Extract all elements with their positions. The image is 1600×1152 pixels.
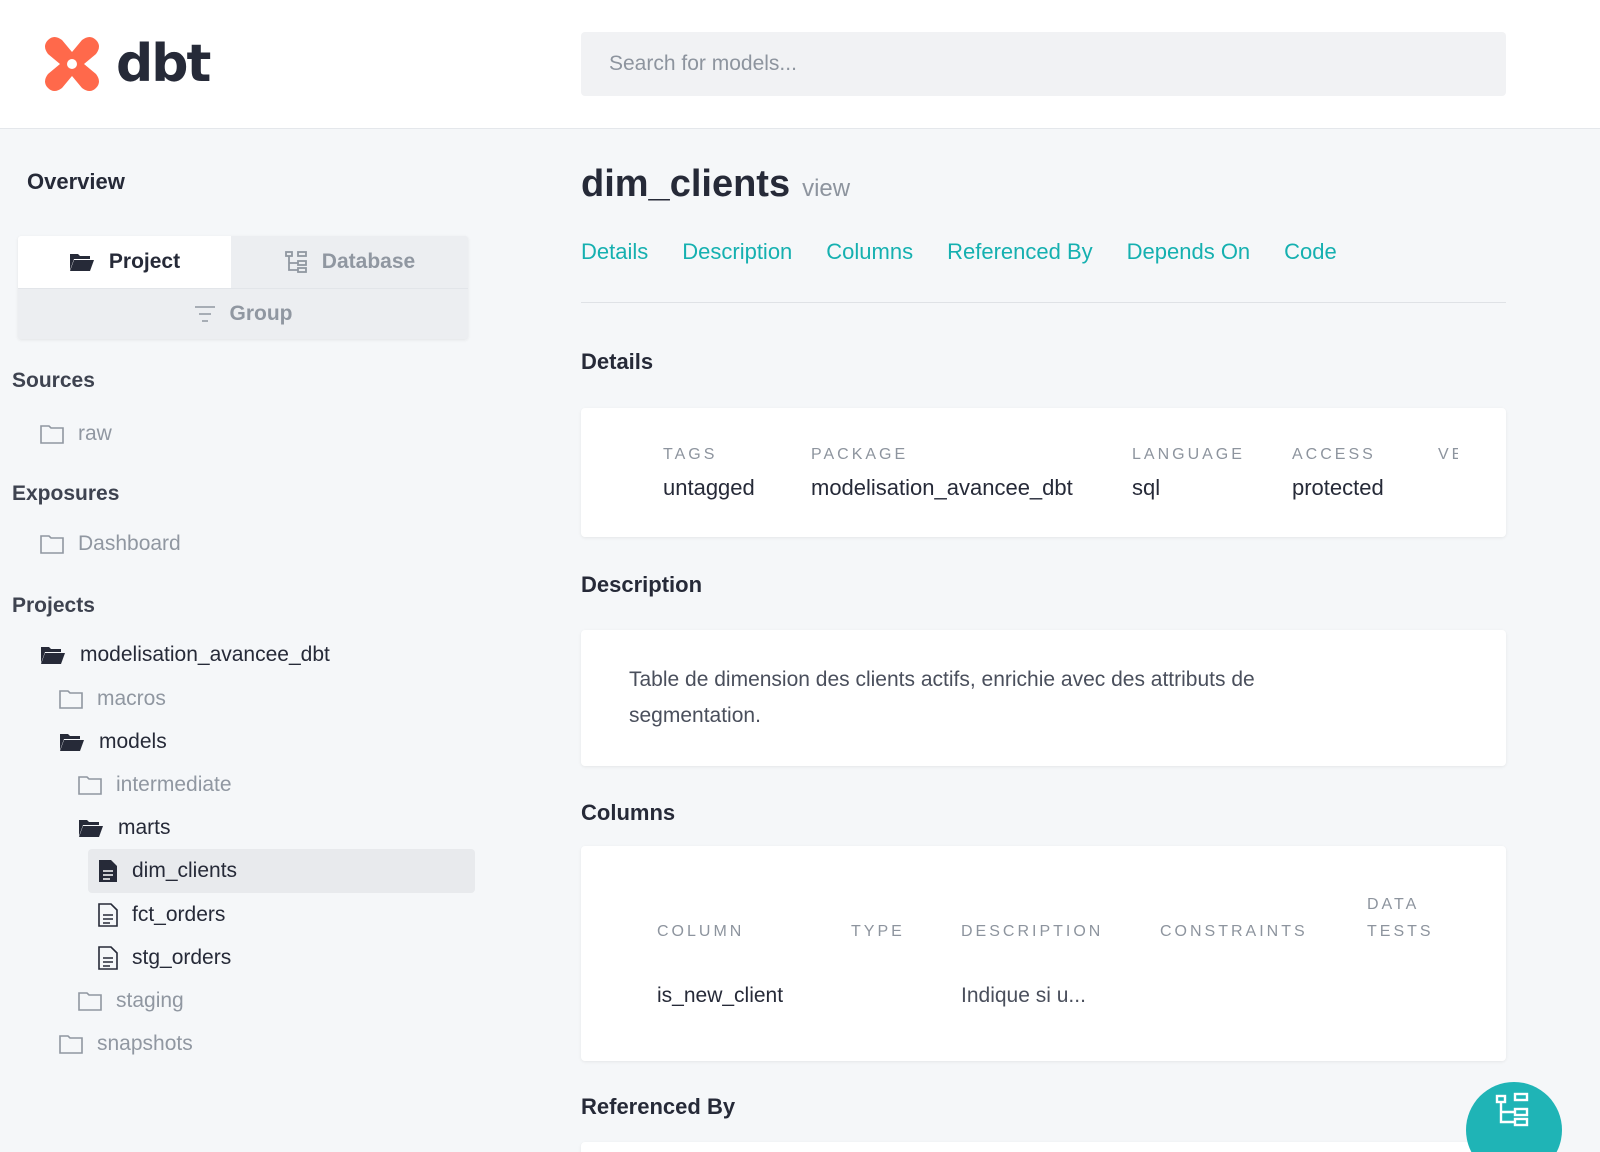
tab-group-label: Group <box>229 302 293 325</box>
tree-item-fct-orders[interactable]: fct_orders <box>98 893 225 937</box>
exposures-heading: Exposures <box>12 482 120 505</box>
tree-item-label: marts <box>118 816 171 839</box>
tree-item-staging[interactable]: staging <box>78 979 184 1023</box>
sidebar: Overview Project Database Group Sources … <box>0 129 490 1152</box>
nav-details[interactable]: Details <box>581 239 648 302</box>
column-header-data-tests-line1: DATA <box>1367 896 1420 913</box>
folder-icon <box>78 992 102 1011</box>
nav-description[interactable]: Description <box>682 239 792 302</box>
package-value: modelisation_avancee_dbt <box>811 475 1073 500</box>
details-heading: Details <box>581 349 654 374</box>
referenced-by-card <box>581 1142 1506 1152</box>
referenced-by-heading: Referenced By <box>581 1094 736 1119</box>
tab-project-label: Project <box>108 250 181 273</box>
package-label: PACKAGE <box>811 446 909 463</box>
folder-open-icon <box>79 820 103 837</box>
access-label: ACCESS <box>1292 446 1376 463</box>
sources-heading: Sources <box>12 369 95 392</box>
tab-project[interactable]: Project <box>18 236 231 288</box>
top-header: dbt <box>0 0 1600 129</box>
tab-database-label: Database <box>321 250 416 273</box>
tree-item-project-root[interactable]: modelisation_avancee_dbt <box>40 633 330 677</box>
folder-icon <box>59 1035 83 1054</box>
folder-open-icon <box>60 734 84 751</box>
tree-item-intermediate[interactable]: intermediate <box>78 763 232 807</box>
tree-item-models[interactable]: models <box>59 720 167 764</box>
details-card: TAGS untagged PACKAGE modelisation_avanc… <box>581 408 1506 537</box>
tree-item-label: fct_orders <box>132 903 226 926</box>
truncated-column-clip: VE <box>1438 446 1458 470</box>
tree-item-label: Dashboard <box>78 532 181 555</box>
logo-wordmark: dbt <box>116 34 211 94</box>
nav-code[interactable]: Code <box>1284 239 1337 302</box>
tree-item-label: staging <box>116 989 184 1012</box>
tree-item-label: snapshots <box>97 1032 193 1055</box>
lineage-icon <box>1495 1092 1529 1127</box>
overview-link[interactable]: Overview <box>27 169 125 195</box>
tree-item-dashboard[interactable]: Dashboard <box>40 522 181 566</box>
tree-item-label: stg_orders <box>132 946 232 969</box>
tree-item-label: dim_clients <box>132 859 238 882</box>
model-type: view <box>802 175 851 202</box>
column-header-constraints: CONSTRAINTS <box>1160 923 1308 940</box>
columns-card: COLUMN TYPE DESCRIPTION CONSTRAINTS DATA… <box>581 846 1506 1061</box>
folder-open-icon <box>41 647 65 664</box>
page-title: dim_clients view <box>581 163 850 206</box>
tree-structure-icon <box>284 251 307 273</box>
dbt-logo[interactable]: dbt <box>40 32 211 96</box>
folder-icon <box>40 535 64 554</box>
model-name: dim_clients <box>581 163 791 205</box>
column-header-type: TYPE <box>851 923 905 940</box>
tree-item-snapshots[interactable]: snapshots <box>59 1022 193 1066</box>
table-row-description: Indique si u... <box>961 984 1086 1007</box>
description-heading: Description <box>581 572 703 597</box>
section-nav: Details Description Columns Referenced B… <box>581 239 1506 303</box>
tree-item-label: modelisation_avancee_dbt <box>80 643 330 666</box>
tab-group[interactable]: Group <box>18 288 468 339</box>
tab-database[interactable]: Database <box>231 236 468 288</box>
projects-heading: Projects <box>12 594 95 617</box>
nav-referenced-by[interactable]: Referenced By <box>947 239 1093 302</box>
tree-item-dim-clients[interactable]: dim_clients <box>88 849 475 893</box>
tree-item-macros[interactable]: macros <box>59 677 166 721</box>
nav-depends-on[interactable]: Depends On <box>1127 239 1251 302</box>
lineage-graph-button[interactable] <box>1466 1082 1562 1152</box>
access-value: protected <box>1292 475 1384 500</box>
table-row-column-name[interactable]: is_new_client <box>657 984 783 1008</box>
column-header-column: COLUMN <box>657 923 745 940</box>
file-icon <box>98 903 118 927</box>
dbt-logo-icon <box>45 37 99 91</box>
tree-item-label: intermediate <box>116 773 232 796</box>
column-header-description: DESCRIPTION <box>961 923 1104 940</box>
tree-item-label: macros <box>97 687 166 710</box>
description-card: Table de dimension des clients actifs, e… <box>581 630 1506 766</box>
search-input[interactable] <box>581 32 1506 96</box>
tags-label: TAGS <box>663 446 718 463</box>
folder-open-icon <box>69 254 94 271</box>
language-value: sql <box>1132 475 1161 500</box>
tree-item-label: raw <box>78 422 112 445</box>
tree-item-marts[interactable]: marts <box>78 806 171 850</box>
folder-icon <box>78 776 102 795</box>
language-label: LANGUAGE <box>1132 446 1245 463</box>
tags-value: untagged <box>663 475 755 500</box>
tree-item-raw[interactable]: raw <box>40 412 112 456</box>
file-icon <box>98 946 118 970</box>
nav-columns[interactable]: Columns <box>826 239 913 302</box>
columns-heading: Columns <box>581 800 676 825</box>
description-text: Table de dimension des clients actifs, e… <box>629 668 1255 727</box>
folder-icon <box>59 690 83 709</box>
column-header-data-tests-line2: TESTS <box>1367 923 1434 940</box>
file-filled-icon <box>99 860 117 882</box>
view-switcher: Project Database Group <box>18 236 468 339</box>
folder-icon <box>40 425 64 444</box>
filter-lines-icon <box>194 306 215 322</box>
version-label-truncated: VE <box>1438 446 1458 463</box>
tree-item-stg-orders[interactable]: stg_orders <box>98 936 231 980</box>
tree-item-label: models <box>99 730 167 753</box>
